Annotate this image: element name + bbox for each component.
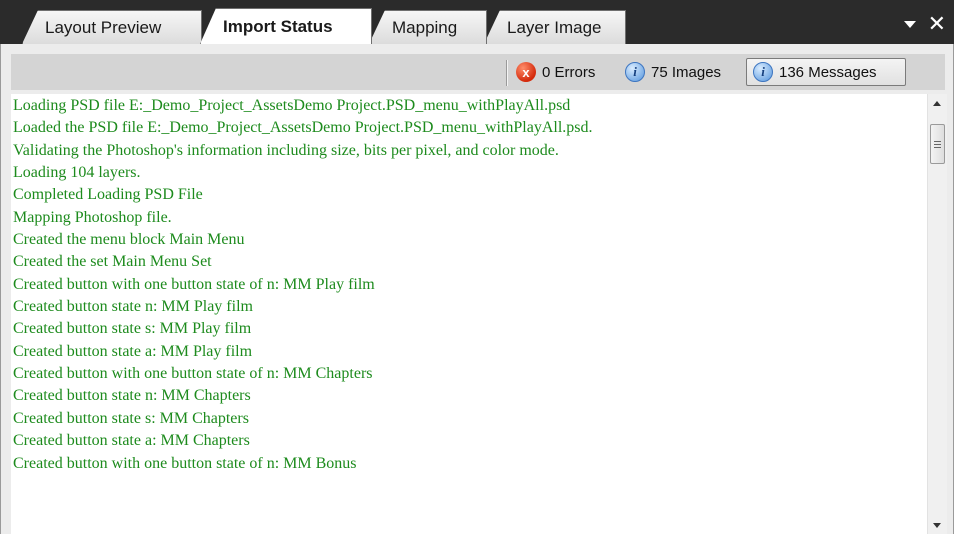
log-line: Created button state a: MM Play film [13,342,253,360]
dropdown-arrow-icon[interactable] [903,20,916,28]
log-line: Mapping Photoshop file. [13,208,172,226]
tab-layer-image[interactable]: Layer Image [484,10,626,44]
grip-line [934,144,941,145]
log-line: Loading PSD file E:_Demo_Project_AssetsD… [13,97,571,114]
tab-import-status[interactable]: Import Status [200,8,372,44]
log-line: Created button with one button state of … [13,365,373,383]
tab-label: Import Status [223,16,333,36]
log-line: Created button state n: MM Play film [13,298,253,316]
message-log[interactable]: Loading PSD file E:_Demo_Project_AssetsD… [11,94,927,534]
info-icon: i [753,62,773,82]
grip-line [934,147,941,148]
toolbar-separator [506,60,508,86]
images-count-label: 75 Images [651,63,722,81]
scrollbar-thumb[interactable] [930,124,945,164]
log-line: Created button state n: MM Chapters [13,387,251,405]
tab-layout-preview[interactable]: Layout Preview [22,10,202,44]
tab-label: Layout Preview [45,17,162,37]
log-line: Validating the Photoshop's information i… [13,141,559,159]
log-line: Created button with one button state of … [13,275,375,293]
log-line: Loading 104 layers. [13,164,141,182]
close-icon[interactable]: ✕ [928,13,946,35]
log-line: Created button state s: MM Play film [13,320,252,338]
info-icon: i [625,62,645,82]
tab-strip: Layout Preview Mapping Layer Image Impor… [0,0,954,44]
images-filter-button[interactable]: i 75 Images [625,58,721,86]
log-lines: Loading PSD file E:_Demo_Project_AssetsD… [11,94,927,475]
window-controls: ✕ [903,12,946,36]
log-line: Created button state a: MM Chapters [13,432,250,450]
log-line: Created button with one button state of … [13,454,357,472]
log-line: Created the set Main Menu Set [13,253,212,271]
tab-mapping[interactable]: Mapping [369,10,487,44]
messages-filter-button[interactable]: i 136 Messages [746,58,906,86]
errors-filter-button[interactable]: x 0 Errors [516,58,595,86]
log-line: Created the menu block Main Menu [13,231,245,249]
import-status-panel: x 0 Errors i 75 Images i 136 Messages Lo… [0,44,954,534]
grip-line [934,141,941,142]
log-line: Completed Loading PSD File [13,186,203,204]
messages-count-label: 136 Messages [779,63,877,81]
error-icon: x [516,62,536,82]
filter-toolbar: x 0 Errors i 75 Images i 136 Messages [11,54,945,90]
log-line: Created button state s: MM Chapters [13,409,249,427]
log-line: Loaded the PSD file E:_Demo_Project_Asse… [13,119,593,137]
tab-label: Layer Image [507,17,602,37]
scroll-down-arrow-icon[interactable] [933,523,941,528]
scroll-up-arrow-icon[interactable] [933,101,941,106]
errors-count-label: 0 Errors [542,63,596,81]
vertical-scrollbar[interactable] [927,94,947,534]
tab-label: Mapping [392,17,458,37]
